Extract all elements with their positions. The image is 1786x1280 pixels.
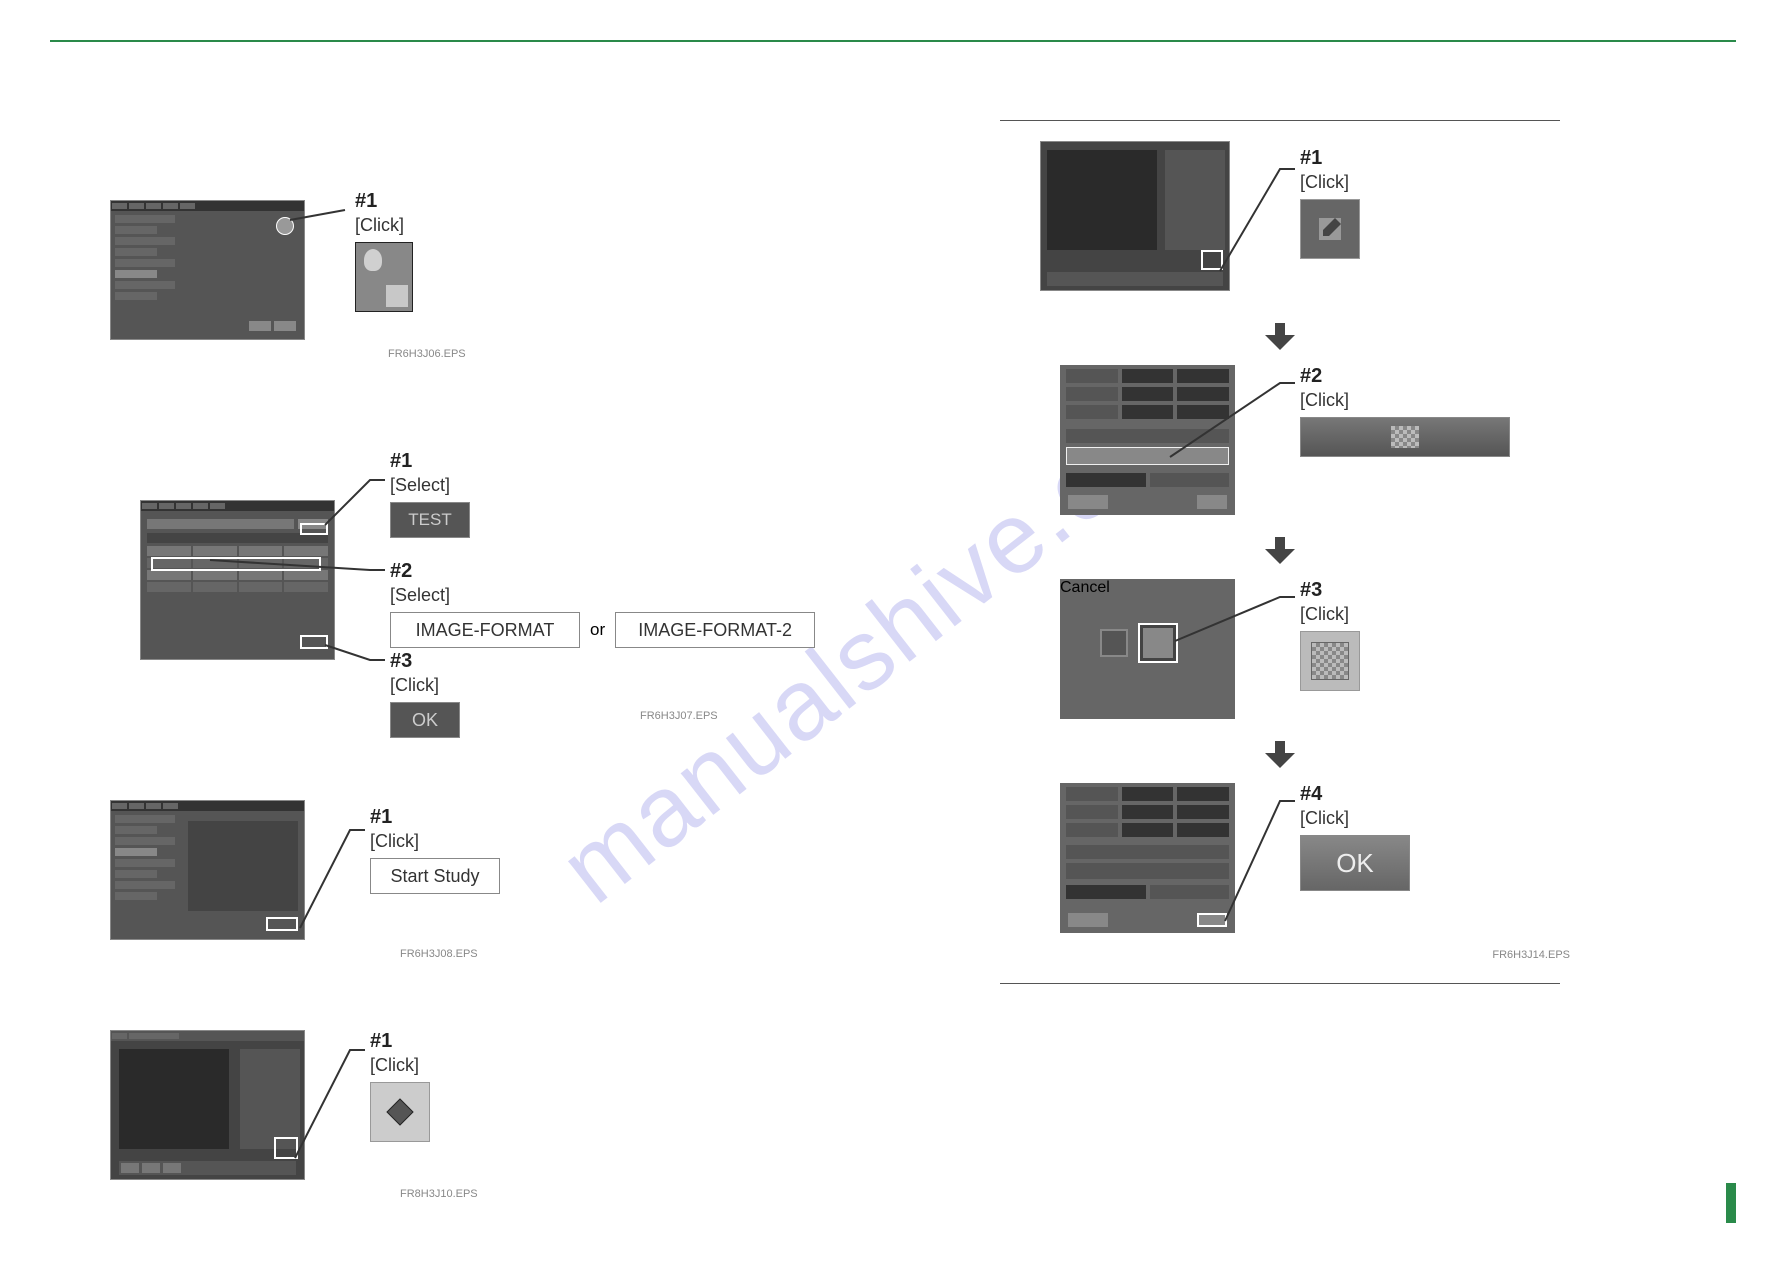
screenshot-thumb-2 xyxy=(140,500,335,660)
screenshot-thumb-4 xyxy=(110,1030,305,1180)
arrow-down-icon xyxy=(1265,537,1295,567)
callout-action: [Click] xyxy=(1300,172,1360,193)
ok-button[interactable]: OK xyxy=(390,702,460,738)
callout-label: #1 xyxy=(370,1030,430,1053)
callout-action: [Click] xyxy=(1300,390,1510,411)
callout-action: [Select] xyxy=(390,475,470,496)
callout-action: [Click] xyxy=(370,831,500,852)
panel-r4 xyxy=(1060,783,1235,933)
callout-action: [Click] xyxy=(355,215,413,236)
left-block-4: #1 [Click] FR8H3J10.EPS xyxy=(110,1030,870,1190)
thumbnail-icon[interactable] xyxy=(355,242,413,312)
callout-2-2: #2 [Select] IMAGE-FORMAT or IMAGE-FORMAT… xyxy=(390,560,870,648)
callout-1-1: #1 [Click] xyxy=(355,190,413,312)
left-column: #1 [Click] FR6H3J06.EPS xyxy=(110,200,870,1280)
callout-action: [Click] xyxy=(390,675,460,696)
eps-caption: FR8H3J10.EPS xyxy=(400,1188,478,1200)
panel-r2 xyxy=(1060,365,1235,515)
callout-label: #3 xyxy=(1300,579,1360,602)
screenshot-thumb-r1 xyxy=(1040,141,1230,291)
image-format-option[interactable]: IMAGE-FORMAT xyxy=(390,612,580,648)
or-label: or xyxy=(590,620,605,640)
callout-4-1: #1 [Click] xyxy=(370,1030,430,1142)
left-block-1: #1 [Click] FR6H3J06.EPS xyxy=(110,200,870,350)
callout-action: [Click] xyxy=(370,1055,430,1076)
callout-label: #1 xyxy=(1300,147,1360,170)
section-rule-bottom xyxy=(1000,983,1560,984)
right-column: #1 [Click] xyxy=(1000,120,1560,1004)
eps-caption: FR6H3J14.EPS xyxy=(1492,949,1570,961)
left-block-3: #1 [Click] Start Study FR6H3J08.EPS xyxy=(110,800,870,950)
checkerboard-icon[interactable] xyxy=(1300,631,1360,691)
callout-label: #2 xyxy=(390,560,870,583)
callout-label: #3 xyxy=(390,650,460,673)
callout-3-1: #1 [Click] Start Study xyxy=(370,806,500,894)
start-study-button[interactable]: Start Study xyxy=(370,858,500,894)
eps-caption: FR6H3J08.EPS xyxy=(400,948,478,960)
callout-label: #2 xyxy=(1300,365,1510,388)
flow-step-4: #4 [Click] OK xyxy=(1000,783,1560,943)
left-block-2: #1 [Select] TEST #2 [Select] IMAGE-FORMA… xyxy=(110,440,870,710)
callout-2-1: #1 [Select] TEST xyxy=(390,450,470,538)
callout-r1: #1 [Click] xyxy=(1300,147,1360,259)
callout-r2: #2 [Click] xyxy=(1300,365,1510,457)
callout-r4: #4 [Click] OK xyxy=(1300,783,1410,891)
test-button[interactable]: TEST xyxy=(390,502,470,538)
flow-step-2: #2 [Click] xyxy=(1000,365,1560,525)
callout-action: [Click] xyxy=(1300,604,1360,625)
ok-button[interactable]: OK xyxy=(1300,835,1410,891)
edit-icon[interactable] xyxy=(1300,199,1360,259)
header-rule xyxy=(50,40,1736,42)
screenshot-thumb-3 xyxy=(110,800,305,940)
arrow-down-icon xyxy=(1265,323,1295,353)
eps-caption: FR6H3J06.EPS xyxy=(388,348,466,360)
callout-label: #1 xyxy=(355,190,413,213)
arrow-down-icon xyxy=(1265,741,1295,771)
image-format-2-option[interactable]: IMAGE-FORMAT-2 xyxy=(615,612,815,648)
eps-caption: FR6H3J07.EPS xyxy=(640,710,718,722)
callout-2-3: #3 [Click] OK xyxy=(390,650,460,738)
callout-action: [Select] xyxy=(390,585,870,606)
checkerboard-bar-button[interactable] xyxy=(1300,417,1510,457)
callout-action: [Click] xyxy=(1300,808,1410,829)
callout-label: #1 xyxy=(390,450,470,473)
page-edge-mark xyxy=(1726,1183,1736,1223)
section-rule-top xyxy=(1000,120,1560,121)
panel-r3: Cancel xyxy=(1060,579,1235,719)
flow-step-1: #1 [Click] xyxy=(1000,141,1560,311)
callout-r3: #3 [Click] xyxy=(1300,579,1360,691)
diamond-icon[interactable] xyxy=(370,1082,430,1142)
cancel-button[interactable]: Cancel xyxy=(1060,579,1235,597)
screenshot-thumb-1 xyxy=(110,200,305,340)
callout-label: #4 xyxy=(1300,783,1410,806)
flow-step-3: Cancel #3 [Click] xyxy=(1000,579,1560,729)
callout-label: #1 xyxy=(370,806,500,829)
